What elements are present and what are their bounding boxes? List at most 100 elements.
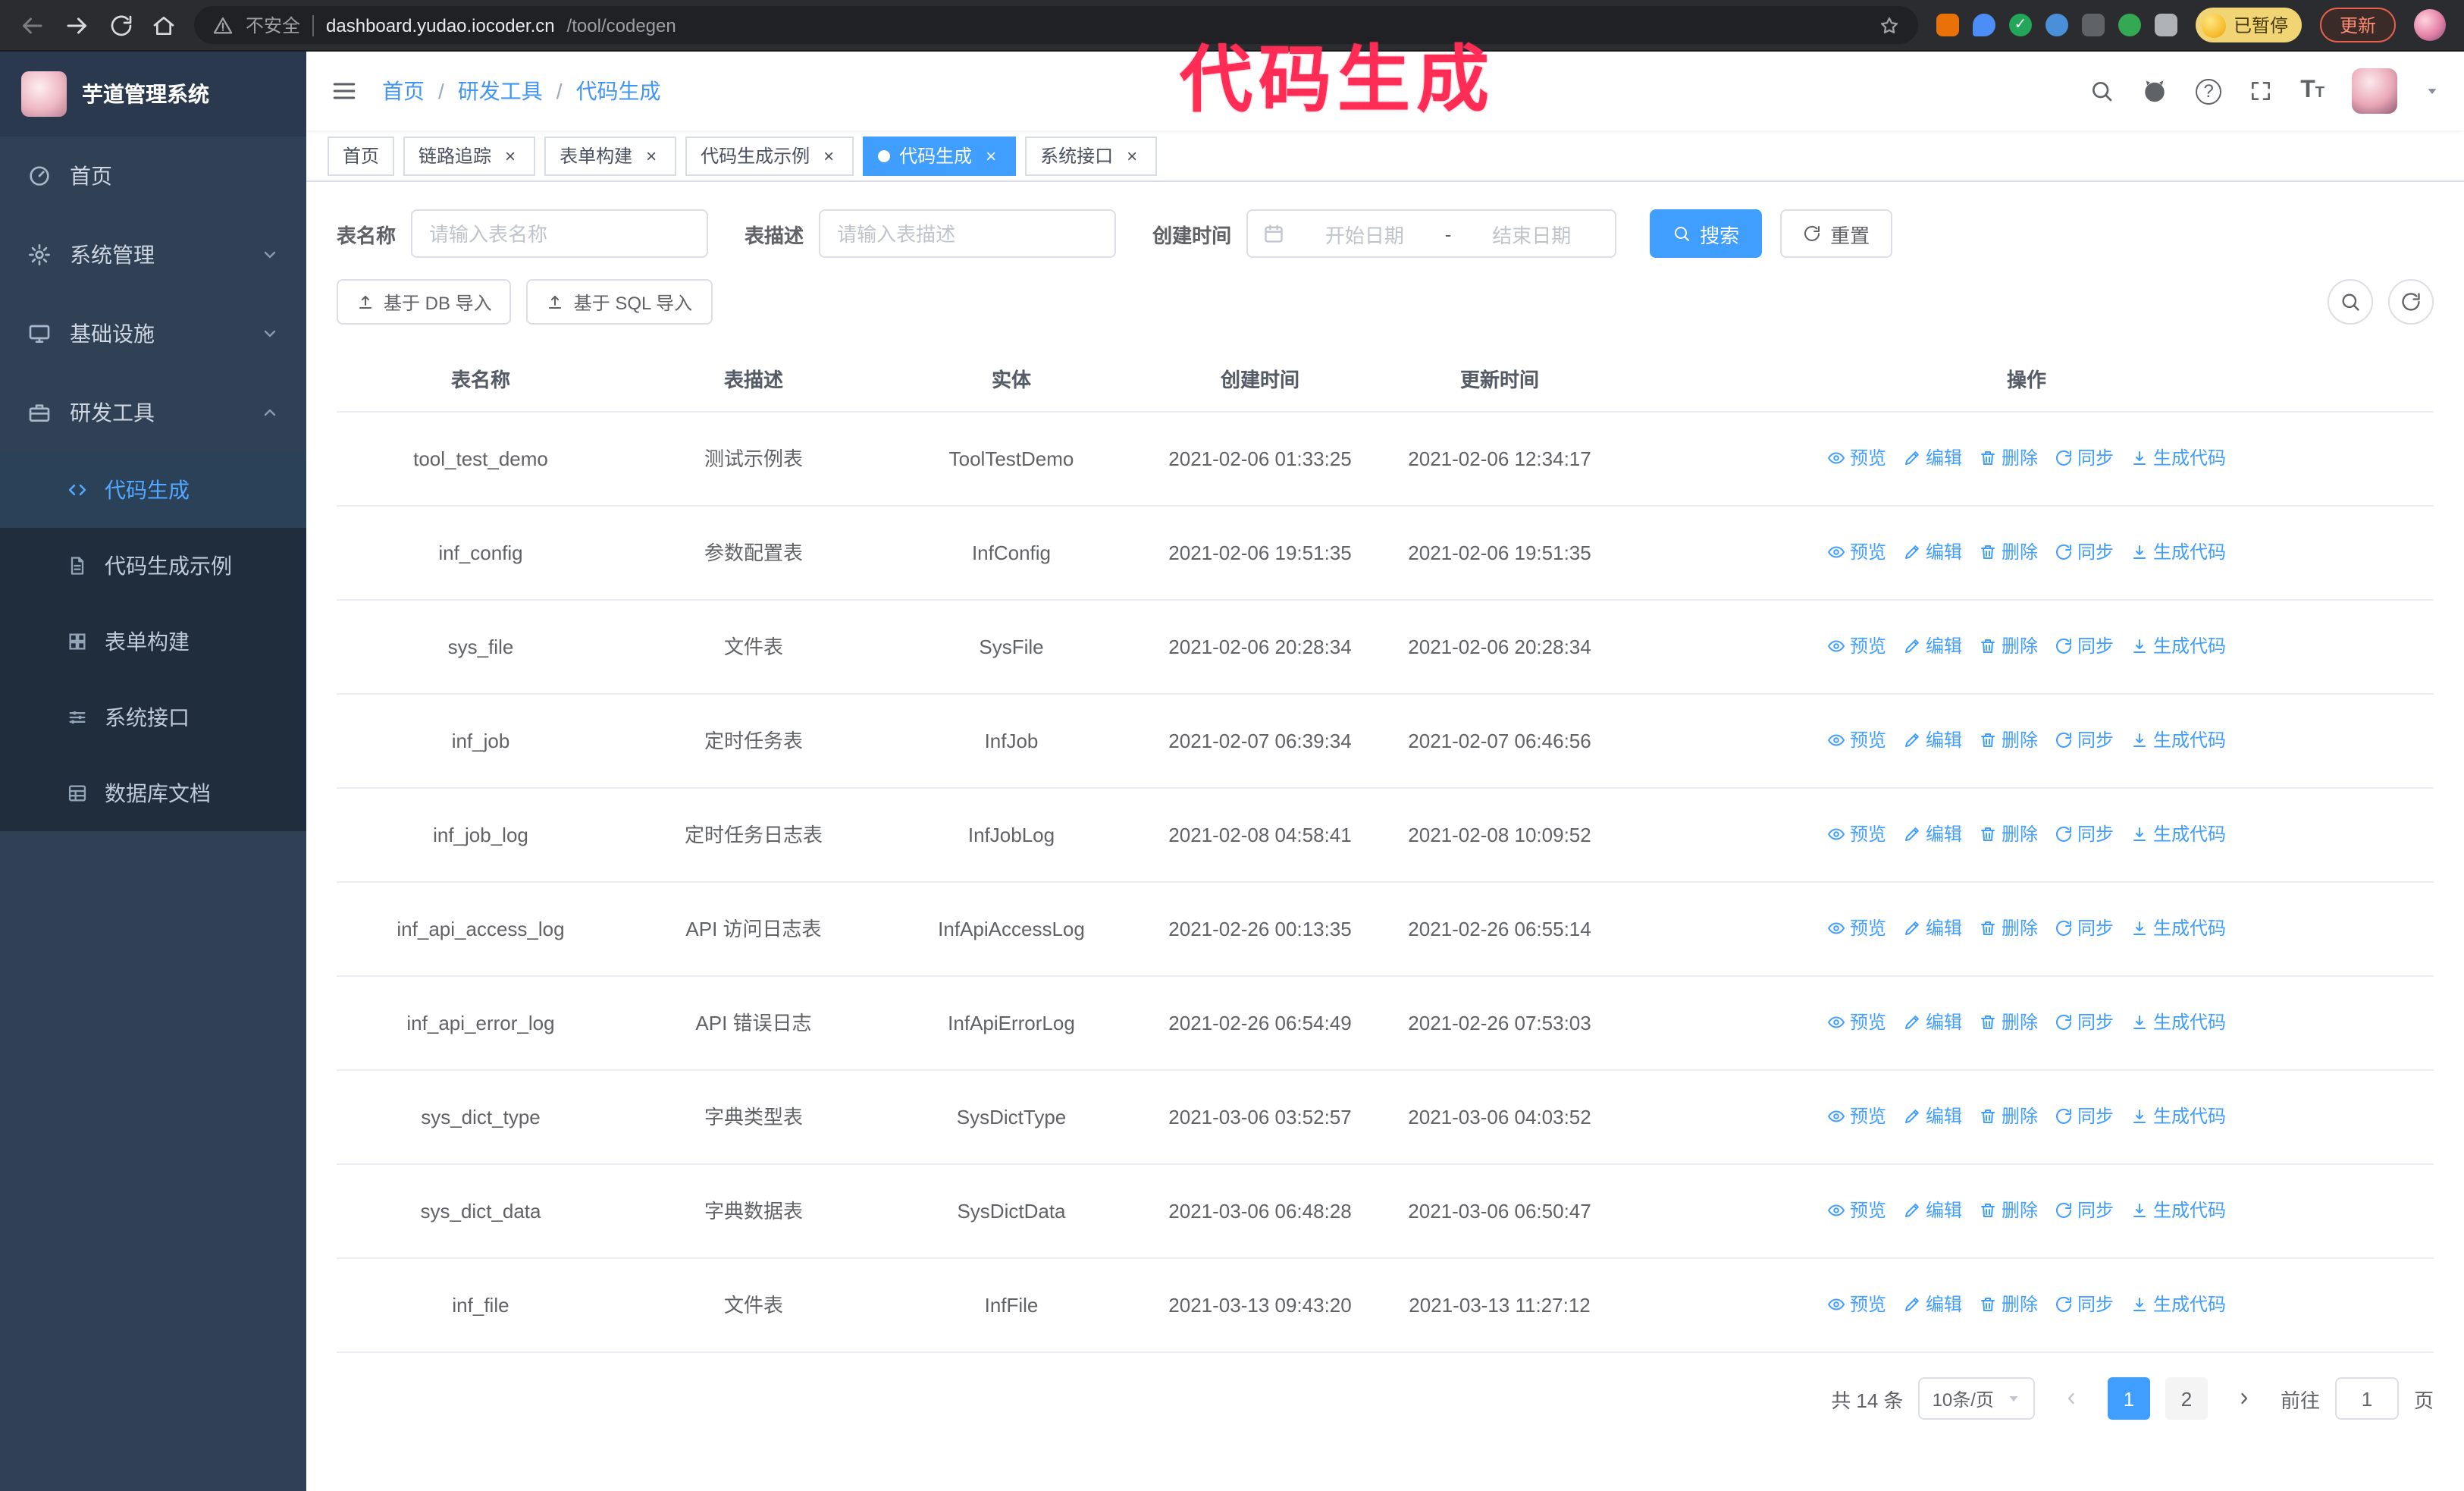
preview-link[interactable]: 预览 bbox=[1827, 1290, 1886, 1320]
sidebar-subitem-db-doc[interactable]: 数据库文档 bbox=[0, 755, 306, 831]
delete-link[interactable]: 删除 bbox=[1979, 632, 2038, 662]
reset-button[interactable]: 重置 bbox=[1780, 209, 1893, 258]
sync-link[interactable]: 同步 bbox=[2055, 1196, 2114, 1226]
edit-link[interactable]: 编辑 bbox=[1903, 726, 1962, 756]
sidebar-item-system-management[interactable]: 系统管理 bbox=[0, 215, 306, 294]
import-db-button[interactable]: 基于 DB 导入 bbox=[337, 279, 512, 325]
next-page-button[interactable] bbox=[2223, 1377, 2265, 1420]
extension-icon[interactable] bbox=[2081, 14, 2105, 36]
page-size-select[interactable]: 10条/页 bbox=[1918, 1377, 2035, 1420]
sidebar-toggle[interactable] bbox=[331, 77, 358, 105]
extension-icon[interactable] bbox=[2045, 14, 2068, 36]
extension-icon[interactable] bbox=[1972, 14, 1995, 36]
extension-icon[interactable] bbox=[1936, 14, 1959, 36]
browser-update-button[interactable]: 更新 bbox=[2319, 8, 2396, 42]
close-tab-icon[interactable]: × bbox=[1122, 146, 1142, 165]
app-logo[interactable]: 芋道管理系统 bbox=[0, 52, 306, 137]
browser-home-icon[interactable] bbox=[152, 13, 176, 37]
delete-link[interactable]: 删除 bbox=[1979, 820, 2038, 850]
extension-icon[interactable] bbox=[2118, 14, 2141, 36]
generate-code-link[interactable]: 生成代码 bbox=[2130, 632, 2226, 662]
extensions-puzzle-icon[interactable] bbox=[2154, 14, 2177, 36]
delete-link[interactable]: 删除 bbox=[1979, 444, 2038, 474]
sync-link[interactable]: 同步 bbox=[2055, 1290, 2114, 1320]
browser-profile-avatar[interactable] bbox=[2414, 9, 2446, 41]
sync-link[interactable]: 同步 bbox=[2055, 1102, 2114, 1132]
goto-page-input[interactable] bbox=[2334, 1377, 2399, 1420]
sync-link[interactable]: 同步 bbox=[2055, 726, 2114, 756]
edit-link[interactable]: 编辑 bbox=[1903, 1102, 1962, 1132]
edit-link[interactable]: 编辑 bbox=[1903, 1196, 1962, 1226]
close-tab-icon[interactable]: × bbox=[641, 146, 661, 165]
generate-code-link[interactable]: 生成代码 bbox=[2130, 1290, 2226, 1320]
sidebar-subitem-system-api[interactable]: 系统接口 bbox=[0, 680, 306, 755]
avatar-caret-icon[interactable] bbox=[2425, 83, 2440, 99]
prev-page-button[interactable] bbox=[2050, 1377, 2093, 1420]
bookmark-star-icon[interactable] bbox=[1879, 14, 1900, 36]
browser-forward-icon[interactable] bbox=[64, 11, 91, 39]
github-icon[interactable] bbox=[2141, 77, 2168, 105]
tab-codegen[interactable]: 代码生成 × bbox=[863, 136, 1017, 175]
tab-system-api[interactable]: 系统接口 × bbox=[1025, 136, 1158, 175]
preview-link[interactable]: 预览 bbox=[1827, 1008, 1886, 1038]
edit-link[interactable]: 编辑 bbox=[1903, 820, 1962, 850]
edit-link[interactable]: 编辑 bbox=[1903, 538, 1962, 568]
table-desc-input[interactable] bbox=[819, 209, 1117, 258]
preview-link[interactable]: 预览 bbox=[1827, 820, 1886, 850]
generate-code-link[interactable]: 生成代码 bbox=[2130, 1008, 2226, 1038]
delete-link[interactable]: 删除 bbox=[1979, 1102, 2038, 1132]
toggle-search-button[interactable] bbox=[2328, 279, 2373, 325]
fullscreen-icon[interactable] bbox=[2249, 79, 2273, 103]
address-bar[interactable]: 不安全 dashboard.yudao.iocoder.cn /tool/cod… bbox=[194, 6, 1918, 44]
sidebar-subitem-codegen-example[interactable]: 代码生成示例 bbox=[0, 528, 306, 604]
delete-link[interactable]: 删除 bbox=[1979, 1290, 2038, 1320]
preview-link[interactable]: 预览 bbox=[1827, 726, 1886, 756]
page-1-button[interactable]: 1 bbox=[2107, 1377, 2150, 1420]
search-button[interactable]: 搜索 bbox=[1650, 209, 1763, 258]
delete-link[interactable]: 删除 bbox=[1979, 1196, 2038, 1226]
preview-link[interactable]: 预览 bbox=[1827, 538, 1886, 568]
font-size-icon[interactable]: TT bbox=[2300, 78, 2324, 103]
tab-home[interactable]: 首页 bbox=[328, 136, 395, 175]
page-2-button[interactable]: 2 bbox=[2165, 1377, 2208, 1420]
preview-link[interactable]: 预览 bbox=[1827, 1196, 1886, 1226]
close-tab-icon[interactable]: × bbox=[981, 146, 1001, 165]
close-tab-icon[interactable]: × bbox=[819, 146, 839, 165]
browser-reload-icon[interactable] bbox=[109, 13, 133, 37]
sync-link[interactable]: 同步 bbox=[2055, 538, 2114, 568]
browser-back-icon[interactable] bbox=[18, 11, 45, 39]
profile-paused-badge[interactable]: 已暂停 bbox=[2195, 8, 2302, 42]
delete-link[interactable]: 删除 bbox=[1979, 914, 2038, 944]
generate-code-link[interactable]: 生成代码 bbox=[2130, 1102, 2226, 1132]
edit-link[interactable]: 编辑 bbox=[1903, 444, 1962, 474]
help-icon[interactable]: ? bbox=[2196, 78, 2222, 104]
sidebar-item-infrastructure[interactable]: 基础设施 bbox=[0, 294, 306, 373]
delete-link[interactable]: 删除 bbox=[1979, 1008, 2038, 1038]
breadcrumb-dev-tools[interactable]: 研发工具 bbox=[458, 76, 543, 106]
generate-code-link[interactable]: 生成代码 bbox=[2130, 1196, 2226, 1226]
import-sql-button[interactable]: 基于 SQL 导入 bbox=[526, 279, 713, 325]
generate-code-link[interactable]: 生成代码 bbox=[2130, 538, 2226, 568]
edit-link[interactable]: 编辑 bbox=[1903, 1008, 1962, 1038]
edit-link[interactable]: 编辑 bbox=[1903, 1290, 1962, 1320]
table-name-input[interactable] bbox=[411, 209, 709, 258]
sync-link[interactable]: 同步 bbox=[2055, 820, 2114, 850]
preview-link[interactable]: 预览 bbox=[1827, 914, 1886, 944]
sidebar-item-home[interactable]: 首页 bbox=[0, 137, 306, 215]
tab-tracing[interactable]: 链路追踪 × bbox=[403, 136, 536, 175]
sync-link[interactable]: 同步 bbox=[2055, 632, 2114, 662]
header-search-icon[interactable] bbox=[2089, 79, 2114, 103]
preview-link[interactable]: 预览 bbox=[1827, 632, 1886, 662]
delete-link[interactable]: 删除 bbox=[1979, 538, 2038, 568]
generate-code-link[interactable]: 生成代码 bbox=[2130, 726, 2226, 756]
generate-code-link[interactable]: 生成代码 bbox=[2130, 914, 2226, 944]
sync-link[interactable]: 同步 bbox=[2055, 1008, 2114, 1038]
preview-link[interactable]: 预览 bbox=[1827, 1102, 1886, 1132]
preview-link[interactable]: 预览 bbox=[1827, 444, 1886, 474]
tab-codegen-example[interactable]: 代码生成示例 × bbox=[685, 136, 854, 175]
generate-code-link[interactable]: 生成代码 bbox=[2130, 820, 2226, 850]
breadcrumb-home[interactable]: 首页 bbox=[382, 76, 425, 106]
refresh-table-button[interactable] bbox=[2388, 279, 2434, 325]
user-avatar[interactable] bbox=[2352, 68, 2397, 114]
sync-link[interactable]: 同步 bbox=[2055, 914, 2114, 944]
